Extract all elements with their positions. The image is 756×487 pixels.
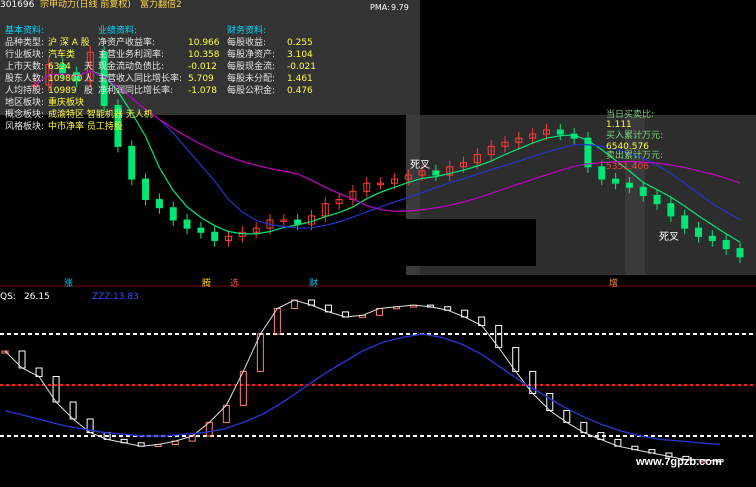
marker-zhang: 涨 (64, 279, 74, 289)
chart-root: 301696 宗申动力(日线 前复权) 富力翻倍2 PMA: 9.79 基本资料… (0, 0, 756, 487)
basic-label: 人均持股: (5, 86, 45, 96)
candle-body (183, 219, 191, 229)
fin-label: 每股现金流: (227, 62, 276, 72)
basic-value: 重庆板块 (48, 98, 85, 108)
perf-title: 业绩资料: (98, 26, 138, 36)
basic-value: 中市净率 员工持股 (48, 122, 123, 132)
fin-value: -0.021 (287, 62, 317, 72)
basic-unit: 股 (84, 86, 94, 96)
perf-value: 5.709 (188, 74, 214, 84)
marker-zeng: 增 (609, 279, 619, 289)
fin-value: 1.461 (287, 74, 313, 84)
basic-title: 基本资料: (5, 26, 45, 36)
fin-value: 0.476 (287, 86, 313, 96)
pma-label: PMA: (370, 3, 390, 12)
basic-value: 109800 (48, 74, 83, 84)
perf-label: 现金流动负债比: (98, 62, 165, 72)
candle-body (653, 194, 661, 205)
buy-total-label: 买入累计万元: (606, 131, 664, 141)
stock-code: 301696 (0, 0, 35, 10)
sell-total-value: 5351.406 (606, 162, 649, 172)
qs-line (4, 299, 721, 462)
perf-value: -1.078 (188, 86, 218, 96)
qs-label: QS: (0, 292, 16, 302)
basic-value: 10989 (48, 86, 77, 96)
basic-label: 概念板块: (5, 110, 45, 120)
basic-label: 股东人数: (5, 74, 45, 84)
perf-value: -0.012 (188, 62, 218, 72)
death-cross-signal-2: 死叉 (659, 232, 679, 243)
candle-body (598, 166, 606, 180)
candle-body (612, 178, 620, 184)
marker-teng: 腾 (202, 279, 212, 289)
basic-label: 地区板块: (5, 98, 45, 108)
candle-body (169, 207, 177, 221)
candle-body (625, 182, 633, 188)
zzz-label: ZZZ: (92, 292, 114, 302)
death-cross-signal-1: 死叉 (410, 160, 430, 171)
fin-label: 每股未分配: (227, 74, 276, 84)
candle-body (708, 235, 716, 241)
fin-title: 财务资料: (227, 26, 267, 36)
zzz-value: 13.83 (113, 292, 139, 302)
perf-label: 净利润同比增长率: (98, 86, 174, 96)
redacted-block (218, 219, 536, 266)
candle-body (294, 219, 302, 225)
candle-body (128, 145, 136, 180)
perf-label: 净资产收益率: (98, 38, 156, 48)
fin-label: 每股收益: (227, 38, 267, 48)
fin-value: 0.255 (287, 38, 313, 48)
watermark: www.7gpzb.com (636, 456, 722, 468)
perf-label: 主营业务利润率: (98, 50, 165, 60)
qs-value: 26.15 (24, 292, 50, 302)
candle-body (667, 203, 675, 217)
indicator-name: 富力翻倍2 (140, 0, 182, 10)
fin-value: 3.104 (287, 50, 313, 60)
basic-value: 汽车类 (48, 50, 76, 60)
basic-unit: 天 (84, 62, 94, 72)
basic-label: 品种类型: (5, 38, 45, 48)
basic-label: 风格板块: (5, 122, 45, 132)
candle-body (211, 231, 219, 241)
perf-value: 10.966 (188, 38, 220, 48)
candle-body (432, 170, 440, 176)
marker-cai: 财 (309, 279, 319, 289)
candle-body (556, 129, 564, 135)
candle-body (736, 248, 744, 258)
perf-label: 主营收入同比增长率: (98, 74, 183, 84)
candle-body (695, 227, 703, 237)
fin-label: 每股净资产: (227, 50, 276, 60)
basic-value: 6324 (48, 62, 71, 72)
stock-name: 宗申动力(日线 前复权) (40, 0, 131, 10)
perf-value: 10.358 (188, 50, 220, 60)
pma-value: 9.79 (391, 3, 409, 12)
basic-unit: 人 (84, 74, 94, 84)
candle-body (639, 186, 647, 196)
sell-total-label: 卖出累计万元: (606, 151, 664, 161)
fin-label: 每股公积金: (227, 86, 276, 96)
basic-value: 沪 深 A 股 (48, 38, 90, 48)
candle-body (722, 239, 730, 250)
sub-chart-group (0, 299, 756, 463)
zzz-line (4, 333, 721, 446)
candle-body (681, 215, 689, 229)
buy-sell-ratio-value: 1.111 (606, 120, 632, 130)
basic-label: 行业板块: (5, 50, 45, 60)
candle-body (197, 227, 205, 233)
basic-label: 上市天数: (5, 62, 45, 72)
candle-body (142, 178, 150, 201)
marker-xuan: 选 (230, 279, 240, 289)
top-right-black (430, 0, 756, 115)
candle-body (155, 199, 163, 209)
basic-value: 成渝特区 智能机器 无人机 (48, 110, 153, 120)
